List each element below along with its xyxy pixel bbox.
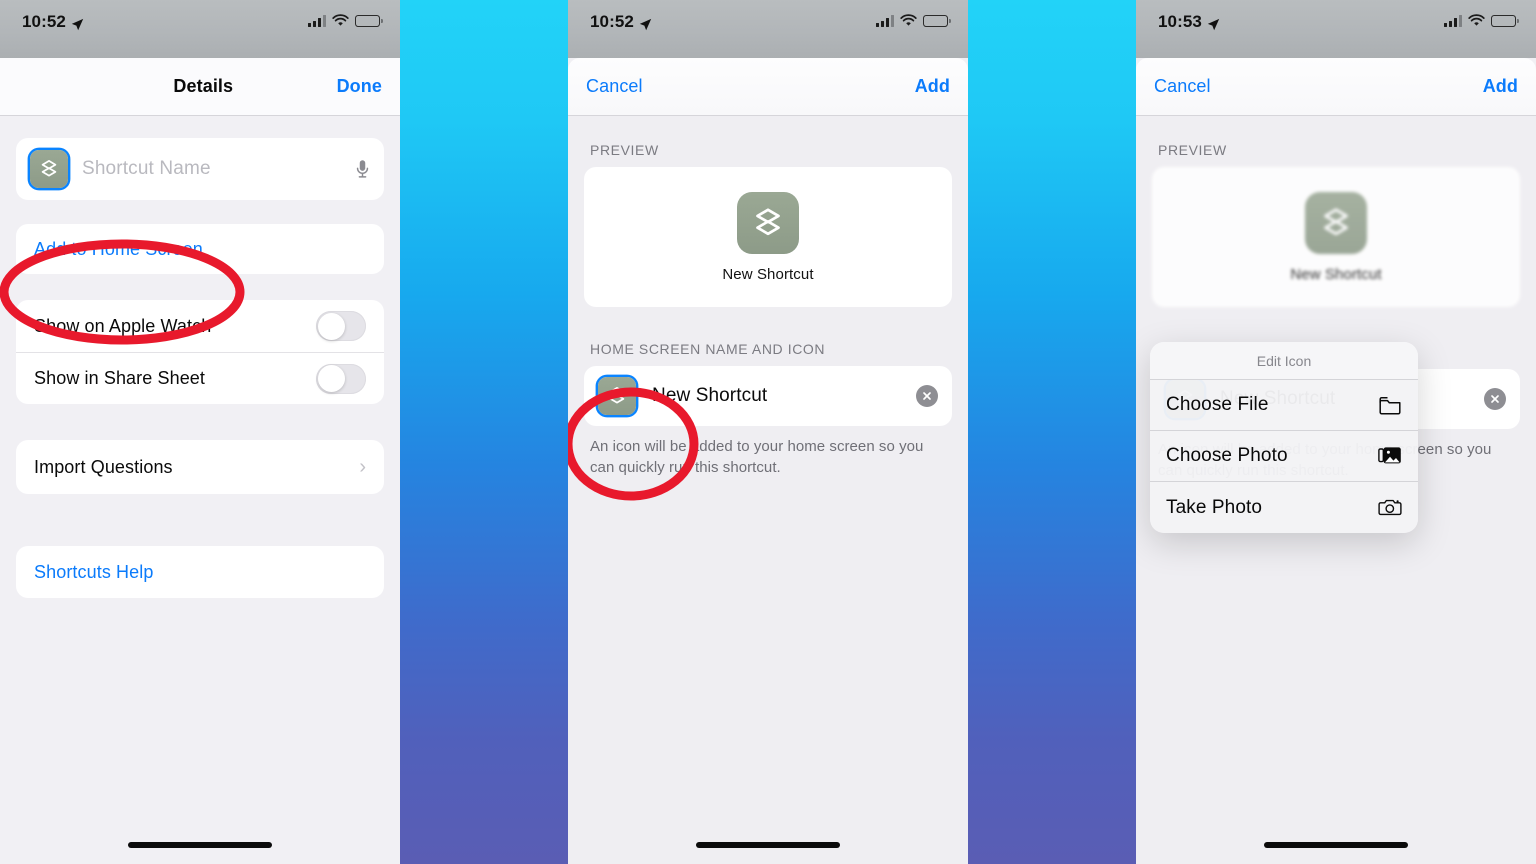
- status-bar: 10:53: [1136, 0, 1536, 58]
- chevron-right-icon: ›: [359, 455, 366, 478]
- import-questions-row[interactable]: Import Questions ›: [16, 440, 384, 494]
- import-questions-label: Import Questions: [34, 456, 173, 477]
- home-indicator: [1264, 842, 1408, 848]
- status-time-group: 10:52: [590, 12, 652, 32]
- location-arrow-icon: [1207, 16, 1220, 30]
- add-button[interactable]: Add: [915, 76, 950, 97]
- wifi-icon: [900, 14, 917, 26]
- status-time: 10:52: [590, 12, 634, 31]
- toggle-row-apple-watch[interactable]: Show on Apple Watch: [16, 300, 384, 352]
- wifi-icon: [332, 14, 349, 26]
- add-button[interactable]: Add: [1483, 76, 1518, 97]
- edit-icon-context-menu: Edit Icon Choose File Choose Photo Take …: [1150, 342, 1418, 533]
- cellular-bars-icon: [1444, 14, 1462, 27]
- menu-item-choose-file[interactable]: Choose File: [1150, 380, 1418, 431]
- clear-circle-icon[interactable]: [916, 385, 938, 407]
- folder-icon: [1378, 393, 1402, 417]
- add-to-home-screen-button[interactable]: Add to Home Screen: [16, 224, 384, 274]
- shortcuts-help-button[interactable]: Shortcuts Help: [16, 546, 384, 598]
- camera-icon: [1378, 496, 1402, 520]
- location-arrow-icon: [71, 16, 84, 30]
- preview-card: New Shortcut: [584, 167, 952, 307]
- shortcuts-help-card: Shortcuts Help: [16, 546, 384, 598]
- microphone-icon[interactable]: [355, 158, 370, 180]
- panel-add-to-home-screen: 10:52 Cancel Add PREVIEW New Shortcut HO…: [568, 0, 968, 864]
- status-time: 10:52: [22, 12, 66, 31]
- photos-icon: [1378, 444, 1402, 468]
- toggle-label-share-sheet: Show in Share Sheet: [34, 368, 206, 388]
- shortcut-name-field[interactable]: Shortcut Name: [16, 138, 384, 200]
- preview-section-label: PREVIEW: [590, 142, 659, 158]
- details-content: Shortcut Name Add to Home Screen Show on…: [0, 138, 400, 864]
- tutorial-screenshot-strip: 10:52 Details Done Shortcut Name Add to …: [0, 0, 1536, 864]
- apple-watch-switch[interactable]: [316, 311, 366, 341]
- shortcuts-help-label: Shortcuts Help: [34, 561, 154, 582]
- shortcut-glyph-icon[interactable]: [598, 377, 636, 415]
- home-screen-name-value[interactable]: New Shortcut: [652, 385, 900, 407]
- shortcut-glyph-icon[interactable]: [30, 150, 68, 188]
- location-arrow-icon: [639, 16, 652, 30]
- toggle-label-apple-watch: Show on Apple Watch: [34, 315, 212, 336]
- home-indicator: [696, 842, 840, 848]
- menu-item-choose-photo[interactable]: Choose Photo: [1150, 431, 1418, 482]
- gradient-divider-1: [400, 0, 568, 864]
- status-indicators: [1444, 12, 1519, 27]
- cancel-button[interactable]: Cancel: [586, 76, 643, 97]
- preview-shortcut-name: New Shortcut: [1290, 265, 1382, 283]
- status-indicators: [876, 12, 951, 27]
- sheet-nav-bar: Cancel Add: [568, 58, 968, 116]
- preview-card: New Shortcut: [1152, 167, 1520, 307]
- sheet-nav-bar: Cancel Add: [1136, 58, 1536, 116]
- battery-low-icon: [355, 14, 383, 27]
- home-screen-section-label: HOME SCREEN NAME AND ICON: [590, 341, 826, 357]
- battery-low-icon: [923, 14, 951, 27]
- shortcut-glyph-icon: [737, 191, 799, 254]
- preview-shortcut-name: New Shortcut: [722, 265, 814, 283]
- home-indicator: [128, 842, 272, 848]
- status-indicators: [308, 12, 383, 27]
- wifi-icon: [1468, 14, 1485, 26]
- status-bar: 10:52: [0, 0, 400, 58]
- add-sheet-content: PREVIEW New Shortcut New Shor: [1136, 116, 1536, 864]
- panel-edit-icon-menu: 10:53 Cancel Add PREVIEW New Shortcut sc…: [1136, 0, 1536, 864]
- shortcut-glyph-icon: [1305, 191, 1367, 254]
- preview-section-label: PREVIEW: [1158, 142, 1227, 158]
- menu-item-label: Take Photo: [1166, 496, 1263, 518]
- visibility-toggles-card: Show on Apple Watch Show in Share Sheet: [16, 300, 384, 404]
- cellular-bars-icon: [876, 14, 894, 27]
- toggle-row-share-sheet[interactable]: Show in Share Sheet: [16, 352, 384, 404]
- context-menu-title: Edit Icon: [1150, 342, 1418, 380]
- status-time: 10:53: [1158, 12, 1202, 31]
- status-bar: 10:52: [568, 0, 968, 58]
- status-time-group: 10:52: [22, 12, 84, 32]
- shortcut-name-placeholder: Shortcut Name: [82, 158, 211, 179]
- menu-item-label: Choose Photo: [1166, 445, 1288, 466]
- home-screen-name-row[interactable]: New Shortcut: [584, 366, 952, 426]
- share-sheet-switch[interactable]: [316, 363, 366, 394]
- menu-item-take-photo[interactable]: Take Photo: [1150, 482, 1418, 533]
- done-button[interactable]: Done: [337, 76, 382, 97]
- home-screen-footnote: An icon will be added to your home scree…: [590, 438, 924, 477]
- import-questions-card: Import Questions ›: [16, 440, 384, 494]
- cellular-bars-icon: [308, 14, 326, 27]
- add-to-home-screen-label: Add to Home Screen: [34, 238, 203, 259]
- clear-circle-icon[interactable]: [1484, 388, 1506, 410]
- gradient-divider-2: [968, 0, 1136, 864]
- add-sheet-content: PREVIEW New Shortcut HOME SCREEN NAME AN…: [568, 116, 968, 864]
- status-time-group: 10:53: [1158, 12, 1220, 32]
- menu-item-label: Choose File: [1166, 394, 1269, 415]
- cancel-button[interactable]: Cancel: [1154, 76, 1211, 97]
- panel-details: 10:52 Details Done Shortcut Name Add to …: [0, 0, 400, 864]
- page-title: Details: [173, 76, 234, 96]
- nav-bar: Details Done: [0, 58, 400, 116]
- add-to-home-screen-card: Add to Home Screen: [16, 224, 384, 274]
- battery-low-icon: [1491, 14, 1519, 27]
